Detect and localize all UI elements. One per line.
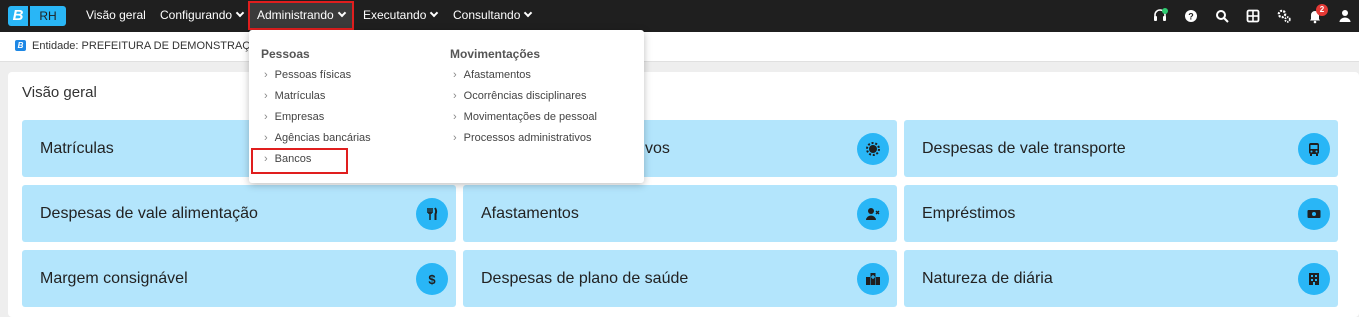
chevron-down-icon bbox=[430, 8, 439, 18]
app-logo[interactable]: B RH bbox=[8, 6, 66, 26]
card-plano-saude[interactable]: Despesas de plano de saúde bbox=[463, 250, 897, 307]
chevron-right-icon: › bbox=[264, 69, 268, 81]
user-icon[interactable] bbox=[1337, 8, 1353, 24]
menu-item-afastamentos[interactable]: › Afastamentos bbox=[453, 69, 531, 81]
chevron-down-icon bbox=[337, 8, 346, 18]
nav-executando-label: Executando bbox=[363, 8, 427, 22]
nav-administrando[interactable]: Administrando bbox=[248, 1, 354, 30]
card-natureza-diaria[interactable]: Natureza de diária bbox=[904, 250, 1338, 307]
search-icon[interactable] bbox=[1214, 8, 1230, 24]
menu-item-label: Agências bancárias bbox=[274, 132, 371, 144]
menu-item-label: Pessoas físicas bbox=[274, 69, 352, 81]
menu-item-matriculas[interactable]: › Matrículas bbox=[264, 90, 325, 102]
money-icon bbox=[1298, 198, 1330, 230]
card-vale-transporte[interactable]: Despesas de vale transporte bbox=[904, 120, 1338, 177]
card-vale-alimentacao[interactable]: Despesas de vale alimentação bbox=[22, 185, 456, 242]
page-title: Visão geral bbox=[22, 84, 97, 101]
nav-consultando[interactable]: Consultando bbox=[453, 0, 533, 32]
menu-item-empresas[interactable]: › Empresas bbox=[264, 111, 324, 123]
chevron-down-icon bbox=[235, 8, 245, 18]
card-emprestimos[interactable]: Empréstimos bbox=[904, 185, 1338, 242]
dropdown-section-pessoas: Pessoas bbox=[261, 47, 310, 61]
bus-icon bbox=[1298, 133, 1330, 165]
menu-item-label: Afastamentos bbox=[463, 69, 531, 81]
chevron-right-icon: › bbox=[453, 132, 457, 144]
dropdown-section-movimentacoes: Movimentações bbox=[450, 47, 541, 61]
chevron-right-icon: › bbox=[453, 90, 457, 102]
building-icon bbox=[1298, 263, 1330, 295]
cutlery-icon bbox=[416, 198, 448, 230]
card-label: Empréstimos bbox=[922, 205, 1016, 222]
card-margem-consignavel[interactable]: Margem consignável $ bbox=[22, 250, 456, 307]
menu-item-movimentacoes-pessoal[interactable]: › Movimentações de pessoal bbox=[453, 111, 597, 123]
nav-configurando[interactable]: Configurando bbox=[160, 0, 245, 32]
card-label: Despesas de vale transporte bbox=[922, 140, 1126, 157]
svg-text:?: ? bbox=[1188, 12, 1194, 22]
nav-configurando-label: Configurando bbox=[160, 8, 233, 22]
hospital-icon bbox=[857, 263, 889, 295]
gear-icon bbox=[857, 133, 889, 165]
apps-grid-icon[interactable] bbox=[1245, 8, 1261, 24]
nav-consultando-label: Consultando bbox=[453, 8, 521, 22]
notification-badge: 2 bbox=[1316, 4, 1328, 16]
entity-label[interactable]: Entidade: PREFEITURA DE DEMONSTRAÇÃO bbox=[32, 40, 266, 52]
chevron-right-icon: › bbox=[264, 111, 268, 123]
user-remove-icon bbox=[857, 198, 889, 230]
nav-executando[interactable]: Executando bbox=[363, 0, 439, 32]
entity-bar: B Entidade: PREFEITURA DE DEMONSTRAÇÃO bbox=[0, 32, 1359, 62]
dollar-icon: $ bbox=[416, 263, 448, 295]
chevron-right-icon: › bbox=[453, 111, 457, 123]
svg-text:$: $ bbox=[428, 272, 436, 287]
entity-logo-icon: B bbox=[15, 40, 26, 51]
menu-item-label: Processos administrativos bbox=[463, 132, 592, 144]
bancos-highlight-box bbox=[251, 148, 348, 174]
chevron-right-icon: › bbox=[264, 132, 268, 144]
chevron-right-icon: › bbox=[453, 69, 457, 81]
card-label: Natureza de diária bbox=[922, 270, 1053, 287]
menu-item-label: Empresas bbox=[274, 111, 325, 123]
online-status-dot bbox=[1162, 8, 1168, 14]
menu-item-label: Matrículas bbox=[274, 90, 326, 102]
logo-text: RH bbox=[28, 6, 66, 26]
card-label: Matrículas bbox=[40, 140, 114, 157]
card-label: Afastamentos bbox=[481, 205, 579, 222]
menu-item-label: Movimentações de pessoal bbox=[463, 111, 597, 123]
nav-visao-geral[interactable]: Visão geral bbox=[86, 0, 146, 32]
menu-item-ocorrencias-disciplinares[interactable]: › Ocorrências disciplinares bbox=[453, 90, 587, 102]
settings-icon[interactable] bbox=[1276, 8, 1292, 24]
card-label: Margem consignável bbox=[40, 270, 188, 287]
card-label: Despesas de vale alimentação bbox=[40, 205, 258, 222]
nav-administrando-label: Administrando bbox=[257, 8, 334, 22]
menu-item-pessoas-fisicas[interactable]: › Pessoas físicas bbox=[264, 69, 351, 81]
chevron-down-icon bbox=[524, 8, 533, 18]
menu-item-label: Ocorrências disciplinares bbox=[463, 90, 587, 102]
help-icon[interactable]: ? bbox=[1183, 8, 1199, 24]
logo-mark: B bbox=[8, 6, 28, 26]
menu-item-agencias-bancarias[interactable]: › Agências bancárias bbox=[264, 132, 371, 144]
card-afastamentos[interactable]: Afastamentos bbox=[463, 185, 897, 242]
chevron-right-icon: › bbox=[264, 90, 268, 102]
menu-item-processos-administrativos[interactable]: › Processos administrativos bbox=[453, 132, 591, 144]
card-label: Despesas de plano de saúde bbox=[481, 270, 689, 287]
top-navbar: B RH Visão geral Configurando Administra… bbox=[0, 0, 1359, 32]
